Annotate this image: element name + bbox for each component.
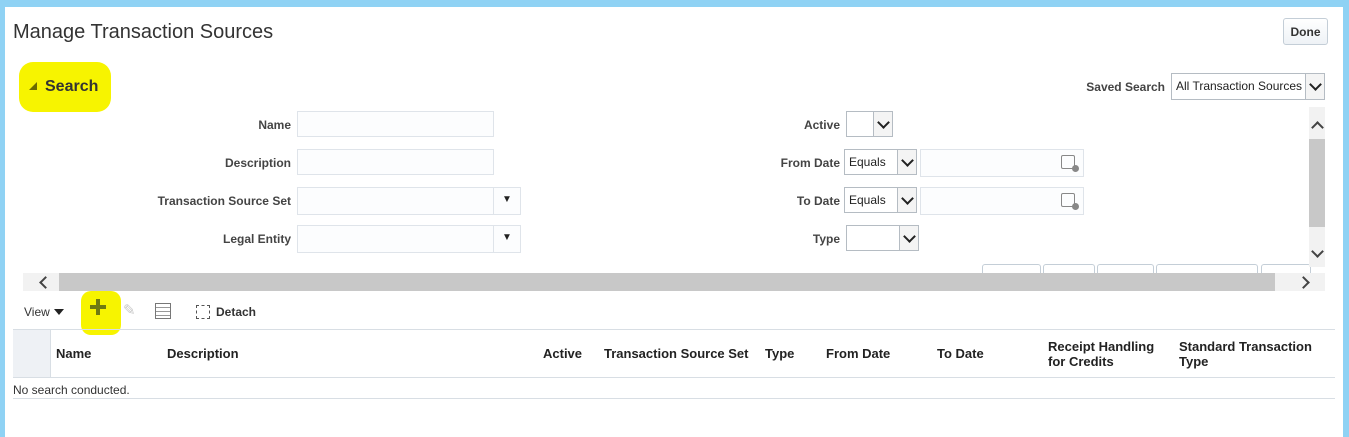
column-header-to-date[interactable]: To Date bbox=[937, 346, 984, 361]
chevron-up-icon[interactable] bbox=[1311, 121, 1324, 134]
page-title: Manage Transaction Sources bbox=[13, 21, 274, 43]
description-input[interactable] bbox=[297, 149, 494, 175]
caret-down-icon bbox=[53, 309, 64, 315]
transaction-source-set-label: Transaction Source Set bbox=[157, 194, 291, 208]
active-select[interactable] bbox=[846, 111, 893, 137]
chevron-down-icon[interactable] bbox=[1305, 74, 1324, 99]
from-date-label: From Date bbox=[780, 156, 840, 170]
view-menu[interactable]: View bbox=[24, 305, 64, 319]
dropdown-arrow-icon[interactable]: ▼ bbox=[493, 188, 520, 214]
column-header-active[interactable]: Active bbox=[543, 346, 582, 361]
from-date-operator-value: Equals bbox=[849, 155, 886, 169]
detach-button[interactable]: Detach bbox=[216, 305, 256, 319]
saved-search-select[interactable]: All Transaction Sources bbox=[1171, 73, 1325, 100]
vertical-scrollbar[interactable] bbox=[1309, 107, 1325, 267]
freeze-columns-icon[interactable] bbox=[155, 303, 171, 319]
column-header-name[interactable]: Name bbox=[56, 346, 91, 361]
column-header-transaction-source-set[interactable]: Transaction Source Set bbox=[604, 346, 749, 361]
scroll-thumb[interactable] bbox=[1309, 139, 1325, 227]
from-date-operator-select[interactable]: Equals bbox=[844, 149, 917, 175]
column-header-description[interactable]: Description bbox=[167, 346, 239, 361]
done-button[interactable]: Done bbox=[1283, 18, 1328, 45]
from-date-input[interactable] bbox=[920, 149, 1084, 177]
legal-entity-label: Legal Entity bbox=[222, 232, 291, 246]
transaction-sources-table: Name Description Active Transaction Sour… bbox=[13, 329, 1335, 399]
column-header-standard-transaction-type[interactable]: Standard Transaction Type bbox=[1179, 339, 1319, 369]
view-menu-label: View bbox=[24, 305, 50, 319]
to-date-input[interactable] bbox=[920, 187, 1084, 215]
saved-search-label: Saved Search bbox=[1086, 80, 1165, 94]
chevron-left-icon[interactable] bbox=[39, 276, 52, 289]
description-label: Description bbox=[224, 156, 291, 170]
scroll-thumb[interactable] bbox=[59, 273, 1275, 291]
dropdown-arrow-icon[interactable]: ▼ bbox=[493, 226, 520, 252]
search-header-label: Search bbox=[45, 78, 99, 95]
chevron-down-icon[interactable] bbox=[897, 188, 916, 212]
table-header: Name Description Active Transaction Sour… bbox=[13, 329, 1335, 378]
name-input[interactable] bbox=[297, 111, 494, 137]
chevron-down-icon[interactable] bbox=[897, 150, 916, 174]
column-header-from-date[interactable]: From Date bbox=[826, 346, 890, 361]
chevron-right-icon[interactable] bbox=[1297, 276, 1310, 289]
calendar-icon[interactable] bbox=[1061, 155, 1079, 172]
detach-icon[interactable] bbox=[196, 305, 210, 319]
to-date-operator-value: Equals bbox=[849, 193, 886, 207]
empty-table-message: No search conducted. bbox=[13, 383, 130, 397]
add-icon[interactable] bbox=[90, 299, 106, 315]
transaction-source-set-combo[interactable]: ▼ bbox=[297, 187, 521, 215]
main-panel: Manage Transaction Sources Done Search S… bbox=[5, 7, 1343, 437]
table-divider bbox=[13, 398, 1335, 399]
to-date-label: To Date bbox=[796, 194, 840, 208]
saved-search-value: All Transaction Sources bbox=[1176, 79, 1303, 93]
column-header-receipt-handling[interactable]: Receipt Handling for Credits bbox=[1048, 339, 1168, 369]
chevron-down-icon[interactable] bbox=[899, 226, 918, 250]
row-selector-header bbox=[13, 330, 51, 377]
legal-entity-combo[interactable]: ▼ bbox=[297, 225, 521, 253]
active-label: Active bbox=[803, 118, 840, 132]
to-date-operator-select[interactable]: Equals bbox=[844, 187, 917, 213]
chevron-down-icon[interactable] bbox=[873, 112, 892, 136]
chevron-down-icon[interactable] bbox=[1311, 245, 1324, 258]
type-label: Type bbox=[812, 232, 840, 246]
edit-pencil-icon: ✎ bbox=[123, 302, 136, 319]
collapse-triangle-icon bbox=[29, 82, 37, 90]
name-label: Name bbox=[258, 118, 291, 132]
type-select[interactable] bbox=[846, 225, 919, 251]
column-header-type[interactable]: Type bbox=[765, 346, 794, 361]
search-section-toggle[interactable]: Search bbox=[29, 78, 98, 96]
calendar-icon[interactable] bbox=[1061, 193, 1079, 210]
horizontal-scrollbar[interactable] bbox=[23, 273, 1325, 291]
